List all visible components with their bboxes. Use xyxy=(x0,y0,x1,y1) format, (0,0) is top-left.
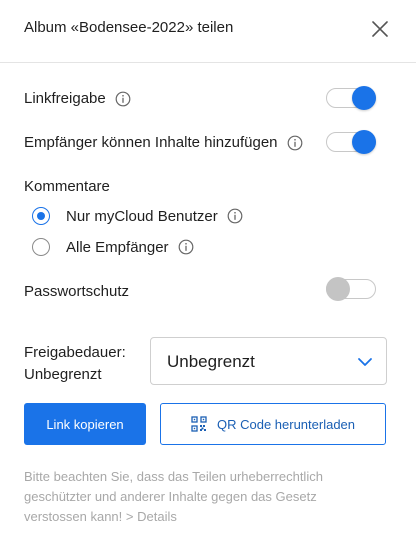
duration-label-title: Freigabedauer: xyxy=(24,344,126,361)
link-share-toggle[interactable] xyxy=(326,86,376,110)
password-row: Passwortschutz xyxy=(24,283,129,300)
link-share-label: Linkfreigabe xyxy=(24,90,106,107)
close-icon[interactable] xyxy=(368,17,392,41)
dialog-title: Album «Bodensee-2022» teilen xyxy=(24,19,234,36)
recipients-add-label: Empfänger können Inhalte hinzufügen xyxy=(24,134,278,151)
info-icon[interactable] xyxy=(115,91,131,107)
password-label: Passwortschutz xyxy=(24,283,130,300)
copy-link-button[interactable]: Link kopieren xyxy=(24,403,146,445)
info-icon[interactable] xyxy=(287,135,303,151)
dialog-header: Album «Bodensee-2022» teilen xyxy=(0,0,416,63)
recipients-add-toggle[interactable] xyxy=(326,130,376,154)
info-icon[interactable] xyxy=(227,208,243,224)
comments-option-mycloud[interactable]: Nur myCloud Benutzer xyxy=(32,207,243,225)
radio-button[interactable] xyxy=(32,238,50,256)
qr-code-icon xyxy=(191,416,207,432)
duration-label-value: Unbegrenzt xyxy=(24,366,102,383)
radio-button[interactable] xyxy=(32,207,50,225)
chevron-down-icon xyxy=(358,358,372,366)
comments-option-label: Alle Empfänger xyxy=(66,238,169,256)
duration-select[interactable]: Unbegrenzt xyxy=(150,337,387,385)
password-toggle[interactable] xyxy=(326,277,376,301)
qr-download-button[interactable]: QR Code herunterladen xyxy=(160,403,386,445)
info-icon[interactable] xyxy=(178,239,194,255)
details-link[interactable]: > Details xyxy=(126,509,177,524)
legal-notice: Bitte beachten Sie, dass das Teilen urhe… xyxy=(24,467,354,527)
comments-option-all[interactable]: Alle Empfänger xyxy=(32,238,194,256)
qr-download-label: QR Code herunterladen xyxy=(216,416,356,432)
link-share-row: Linkfreigabe xyxy=(24,90,131,107)
comments-label: Kommentare xyxy=(24,178,110,195)
duration-select-value: Unbegrenzt xyxy=(167,352,255,371)
share-album-dialog: Album «Bodensee-2022» teilen Linkfreigab… xyxy=(0,0,416,553)
recipients-add-row: Empfänger können Inhalte hinzufügen xyxy=(24,134,303,151)
comments-option-label: Nur myCloud Benutzer xyxy=(66,207,218,225)
duration-label: Freigabedauer: Unbegrenzt xyxy=(24,342,126,386)
